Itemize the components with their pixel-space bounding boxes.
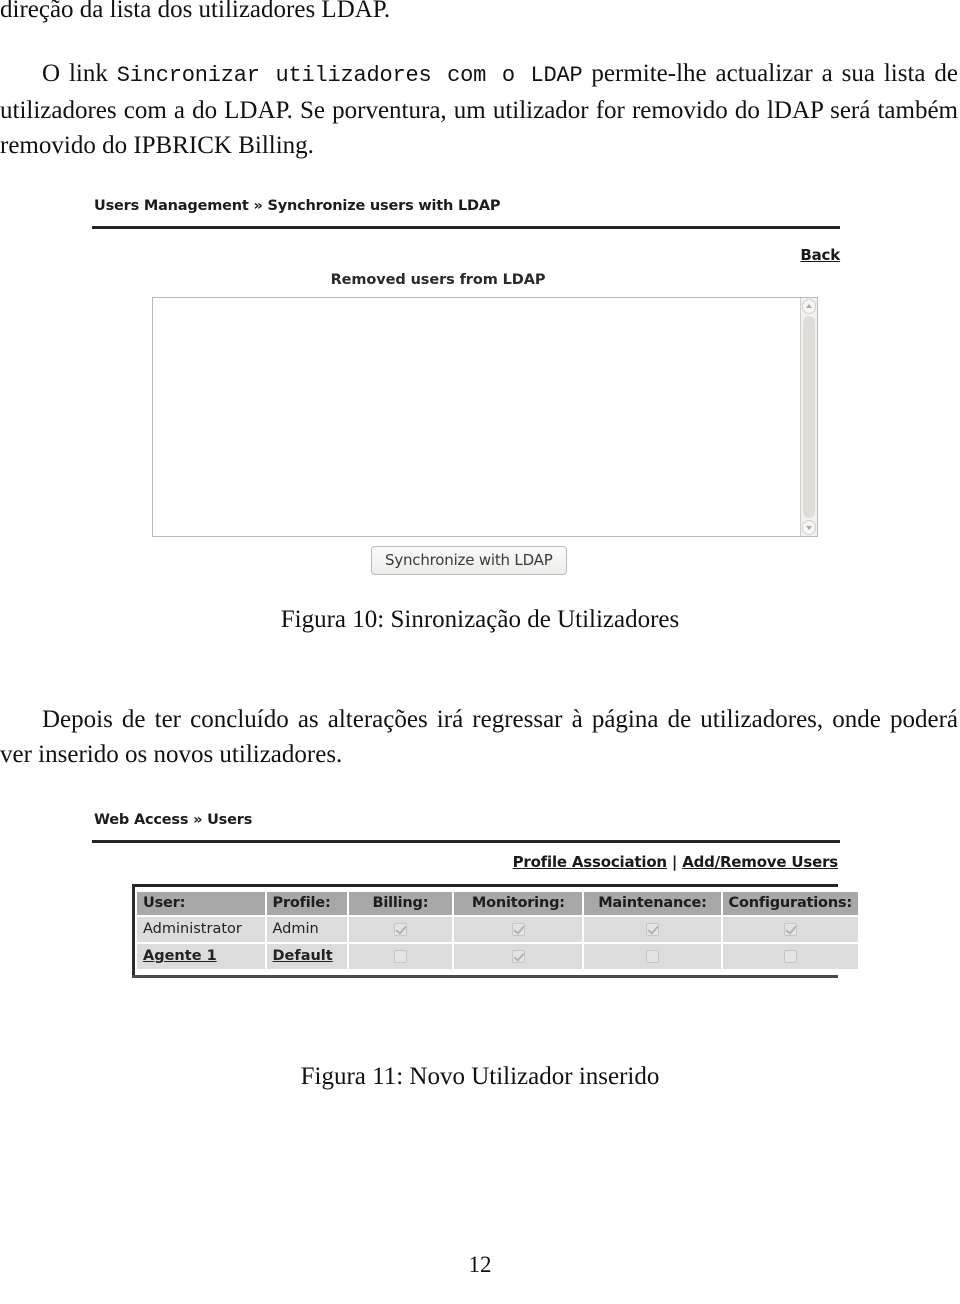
header-divider — [92, 840, 840, 843]
header-divider — [92, 226, 840, 229]
users-table: User: Profile: Billing: Monitoring: Main… — [135, 890, 860, 971]
cell-user: Administrator — [137, 917, 265, 942]
add-remove-users-link[interactable]: Add/Remove Users — [682, 853, 838, 871]
breadcrumb-web-access: Web Access » Users — [94, 812, 253, 828]
breadcrumb-users-management: Users Management » Synchronize users wit… — [94, 198, 501, 214]
back-link[interactable]: Back — [800, 246, 840, 264]
link-name-code: Sincronizar utilizadores com o LDAP — [116, 63, 583, 88]
figure-11-caption: Figura 11: Novo Utilizador inserido — [300, 1063, 660, 1090]
figure-11-screenshot: Web Access » Users Profile Association | A… — [88, 806, 860, 991]
billing-checkbox[interactable] — [393, 949, 407, 963]
paragraph-top: direção da lista dos utilizadores LDAP. — [0, 0, 960, 27]
table-top-divider — [132, 884, 838, 887]
table-row[interactable]: Agente 1 Default — [137, 944, 858, 969]
column-header-profile: Profile: — [266, 892, 347, 915]
scrollbar-thumb[interactable] — [803, 316, 815, 518]
profile-association-link[interactable]: Profile Association — [513, 853, 668, 871]
paragraph-top-text: direção da lista dos utilizadores LDAP. — [0, 0, 391, 23]
cell-maintenance — [584, 917, 721, 942]
billing-checkbox[interactable] — [393, 922, 407, 936]
paragraph-after-text: Depois de ter concluído as alterações ir… — [0, 706, 958, 768]
removed-users-listbox[interactable] — [152, 297, 818, 537]
cell-user[interactable]: Agente 1 — [137, 944, 265, 969]
figure-10-screenshot: Users Management » Synchronize users wit… — [88, 192, 860, 584]
maintenance-checkbox[interactable] — [645, 949, 659, 963]
table-header-row: User: Profile: Billing: Monitoring: Main… — [137, 892, 858, 915]
configurations-checkbox[interactable] — [783, 949, 797, 963]
paragraph-intro: O link Sincronizar utilizadores com o LD… — [0, 56, 958, 163]
cell-maintenance — [584, 944, 721, 969]
monitoring-checkbox[interactable] — [511, 949, 525, 963]
synchronize-with-ldap-button[interactable]: Synchronize with LDAP — [371, 546, 567, 575]
table-row: Administrator Admin — [137, 917, 858, 942]
link-separator: | — [671, 853, 678, 871]
cell-monitoring — [454, 917, 583, 942]
column-header-monitoring: Monitoring: — [454, 892, 583, 915]
paragraph-intro-lead: O link — [42, 60, 117, 87]
cell-monitoring — [454, 944, 583, 969]
maintenance-checkbox[interactable] — [645, 922, 659, 936]
cell-billing — [348, 917, 453, 942]
users-action-links: Profile Association | Add/Remove Users — [513, 853, 839, 871]
cell-billing — [348, 944, 453, 969]
column-header-user: User: — [137, 892, 265, 915]
table-bottom-divider — [132, 975, 838, 978]
scroll-down-icon[interactable] — [802, 520, 816, 535]
column-header-configurations: Configurations: — [722, 892, 858, 915]
paragraph-after-figure-10: Depois de ter concluído as alterações ir… — [0, 702, 958, 772]
cell-configurations — [722, 917, 858, 942]
cell-profile: Admin — [266, 917, 347, 942]
configurations-checkbox[interactable] — [783, 922, 797, 936]
figure-10-caption: Figura 10: Sinronização de Utilizadores — [280, 606, 680, 633]
monitoring-checkbox[interactable] — [511, 922, 525, 936]
column-header-maintenance: Maintenance: — [584, 892, 721, 915]
column-header-billing: Billing: — [348, 892, 453, 915]
listbox-scrollbar[interactable] — [800, 298, 817, 536]
cell-configurations — [722, 944, 858, 969]
removed-users-label: Removed users from LDAP — [330, 272, 546, 288]
scroll-up-icon[interactable] — [802, 299, 816, 314]
page-number: 12 — [468, 1252, 492, 1277]
cell-profile[interactable]: Default — [266, 944, 347, 969]
